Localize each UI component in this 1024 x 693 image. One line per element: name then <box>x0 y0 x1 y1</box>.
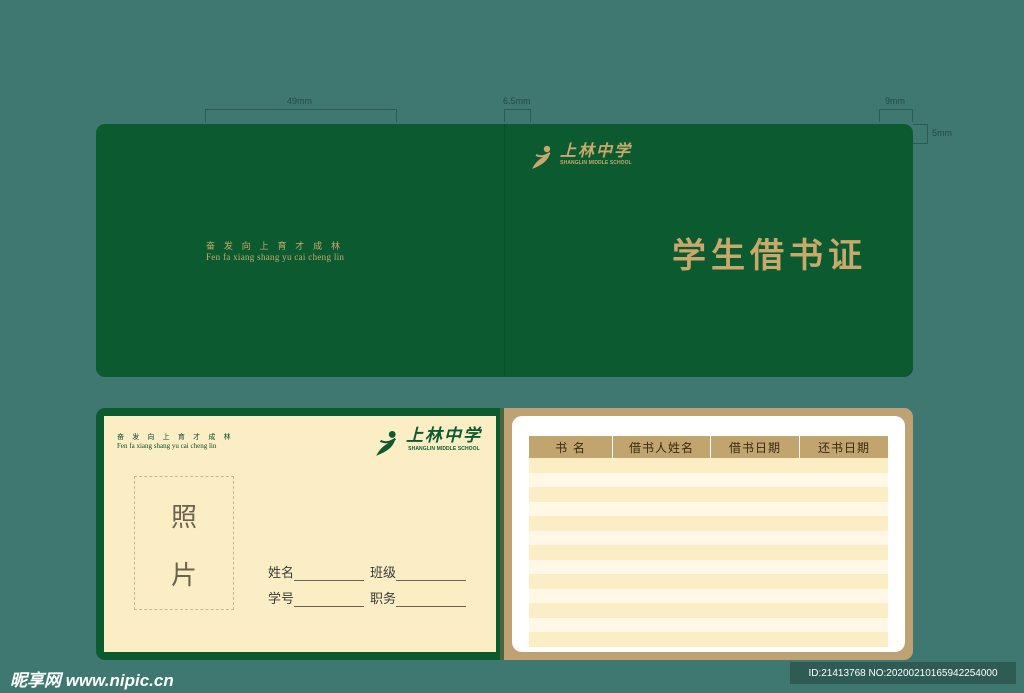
cover-motto-chinese: 奋 发 向 上 育 才 成 林 <box>206 242 344 252</box>
inner-school-logo: 上林中学 SHANGLIN MIDDLE SCHOOL <box>374 428 482 458</box>
field-name-label: 姓名 <box>268 566 295 581</box>
photo-label-char-2: 片 <box>170 561 197 591</box>
dimension-bracket-corner-w <box>879 109 913 122</box>
cover-motto-pinyin: Fen fa xiang shang yu cai cheng lin <box>206 252 345 262</box>
cover-school-logo: 上林中学 SHANGLIN MIDDLE SCHOOL <box>530 143 632 171</box>
field-name-line[interactable] <box>294 566 365 581</box>
watermark-site: 昵享网 www.nipic.cn <box>10 671 174 690</box>
table-row[interactable] <box>529 603 888 618</box>
field-name: 姓名 <box>268 562 365 581</box>
table-row[interactable] <box>529 501 888 516</box>
cover-title: 学生借书证 <box>672 236 867 276</box>
header-borrower-name: 借书人姓名 <box>613 436 711 458</box>
table-header: 书 名 借书人姓名 借书日期 还书日期 <box>529 436 888 458</box>
table-row[interactable] <box>529 559 888 574</box>
borrow-record-table: 书 名 借书人姓名 借书日期 还书日期 <box>529 436 888 647</box>
logo-chinese-name: 上林中学 <box>406 426 482 446</box>
photo-placeholder: 照 片 <box>134 476 234 610</box>
field-position: 职务 <box>370 588 467 607</box>
photo-label-char-1: 照 <box>170 503 197 533</box>
school-emblem-icon <box>532 145 551 169</box>
watermark-id: ID:21413768 NO:20200210165942254000 <box>790 662 1016 684</box>
logo-english-name: SHANGLIN MIDDLE SCHOOL <box>560 160 632 166</box>
table-row[interactable] <box>529 472 888 487</box>
dimension-label-spine: 49mm <box>287 96 313 106</box>
school-emblem-icon <box>376 431 397 456</box>
dimension-bracket-spine <box>205 109 397 122</box>
field-student-id: 学号 <box>268 588 365 607</box>
field-student-id-label: 学号 <box>268 592 295 607</box>
field-class-label: 班级 <box>370 566 397 581</box>
inner-fold-line <box>500 408 504 660</box>
header-return-date: 还书日期 <box>817 440 870 455</box>
inner-motto-pinyin: Fen fa xiang shang yu cai cheng lin <box>117 442 217 450</box>
inner-spread: 奋 发 向 上 育 才 成 林 Fen fa xiang shang yu ca… <box>96 408 913 660</box>
table-body <box>529 458 888 647</box>
table-row[interactable] <box>529 545 888 560</box>
logo-chinese-name: 上林中学 <box>560 141 633 160</box>
header-book-name: 书 名 <box>529 436 613 458</box>
header-borrow-date: 借书日期 <box>711 436 800 458</box>
dimension-label-corner-w: 9mm <box>885 96 905 106</box>
dimension-label-corner-h: 5mm <box>932 128 952 138</box>
dimension-bracket-corner-h <box>913 124 928 144</box>
table-row[interactable] <box>529 516 888 531</box>
table-row[interactable] <box>529 617 888 632</box>
dimension-bracket-fold <box>504 109 531 122</box>
table-row[interactable] <box>529 458 888 473</box>
dimension-label-fold: 6.5mm <box>503 96 531 106</box>
field-position-label: 职务 <box>370 592 397 607</box>
field-class: 班级 <box>370 562 467 581</box>
field-student-id-line[interactable] <box>294 592 365 607</box>
info-page: 奋 发 向 上 育 才 成 林 Fen fa xiang shang yu ca… <box>104 416 496 652</box>
inner-motto-chinese: 奋 发 向 上 育 才 成 林 <box>117 433 234 441</box>
table-row[interactable] <box>529 530 888 545</box>
table-row[interactable] <box>529 588 888 603</box>
cover-fold-line <box>504 124 505 377</box>
logo-english-name: SHANGLIN MIDDLE SCHOOL <box>408 446 480 452</box>
table-row[interactable] <box>529 574 888 589</box>
field-class-line[interactable] <box>396 566 467 581</box>
table-row[interactable] <box>529 632 888 647</box>
field-position-line[interactable] <box>396 592 467 607</box>
table-row[interactable] <box>529 487 888 502</box>
